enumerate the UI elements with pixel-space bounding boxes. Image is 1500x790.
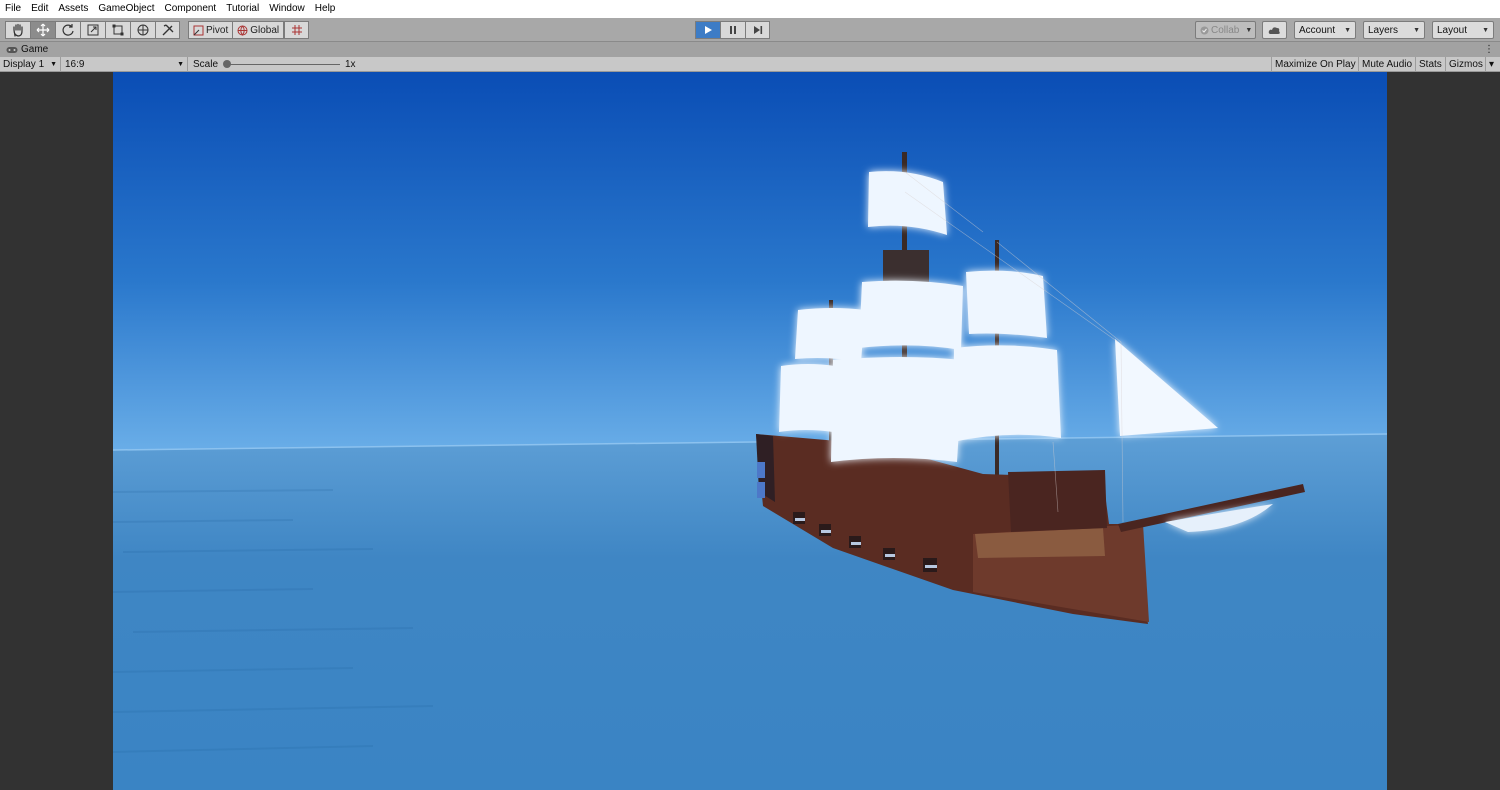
main-top-sail <box>859 280 963 350</box>
menu-assets[interactable]: Assets <box>53 0 93 18</box>
scale-label: Scale <box>193 59 219 70</box>
fore-course-sail <box>953 345 1061 442</box>
layers-dropdown[interactable]: Layers ▼ <box>1363 21 1425 39</box>
transform-tool-button[interactable] <box>130 21 155 39</box>
custom-tool-button[interactable] <box>155 21 180 39</box>
maximize-on-play-toggle[interactable]: Maximize On Play <box>1271 57 1359 72</box>
chevron-down-icon: ▼ <box>50 61 57 68</box>
tab-menu-icon[interactable]: ⋮ <box>1484 42 1494 57</box>
game-view-toolbar: Display 1 ▼ 16:9 ▼ Scale 1x Maximize On … <box>0 57 1500 72</box>
display-label: Display 1 <box>3 59 45 70</box>
hand-icon <box>13 23 23 37</box>
main-course-sail <box>831 357 963 462</box>
rect-tool-button[interactable] <box>105 21 130 39</box>
crows-nest <box>883 250 929 282</box>
grid-snap-button[interactable] <box>284 21 310 39</box>
main-toolbar: Pivot Global Collab ▼ Account ▼ Layers ▼… <box>0 18 1500 42</box>
game-tab-bar: Game ⋮ <box>0 42 1500 57</box>
collab-dropdown[interactable]: Collab ▼ <box>1195 21 1256 39</box>
play-button[interactable] <box>695 21 720 39</box>
bow-window <box>757 462 765 478</box>
scale-icon <box>87 24 99 36</box>
cloud-icon <box>1268 26 1280 34</box>
account-dropdown[interactable]: Account ▼ <box>1294 21 1356 39</box>
pause-icon <box>730 26 736 34</box>
playback-controls <box>695 21 770 39</box>
pause-button[interactable] <box>720 21 745 39</box>
sea <box>113 434 1387 790</box>
layout-dropdown[interactable]: Layout ▼ <box>1432 21 1494 39</box>
scale-tool-button[interactable] <box>80 21 105 39</box>
pivot-icon <box>193 25 204 35</box>
mizzen-sail <box>779 364 835 432</box>
menu-window[interactable]: Window <box>264 0 310 18</box>
play-icon <box>705 26 712 34</box>
aspect-label: 16:9 <box>65 59 85 70</box>
chevron-down-icon: ▼ <box>1344 26 1351 34</box>
chevron-down-icon: ▼ <box>1413 26 1420 34</box>
mute-audio-toggle[interactable]: Mute Audio <box>1358 57 1415 72</box>
move-tool-button[interactable] <box>30 21 55 39</box>
tools-icon <box>162 24 173 36</box>
menu-gameobject[interactable]: GameObject <box>93 0 159 18</box>
gizmos-toggle[interactable]: Gizmos <box>1445 57 1486 72</box>
scale-value: 1x <box>345 59 356 70</box>
display-dropdown[interactable]: Display 1 ▼ <box>0 57 61 72</box>
layers-label: Layers <box>1368 24 1399 36</box>
sky <box>113 72 1387 452</box>
rotate-tool-button[interactable] <box>55 21 80 39</box>
layout-label: Layout <box>1437 24 1468 36</box>
top-sail <box>868 171 947 235</box>
stats-toggle[interactable]: Stats <box>1415 57 1445 72</box>
pivot-label: Pivot <box>206 24 229 36</box>
menu-bar: File Edit Assets GameObject Component Tu… <box>0 0 1500 18</box>
chevron-down-icon: ▼ <box>1482 26 1489 34</box>
scale-slider-handle[interactable] <box>223 60 231 68</box>
cloud-button[interactable] <box>1262 21 1287 39</box>
menu-tutorial[interactable]: Tutorial <box>221 0 264 18</box>
game-scene <box>113 72 1387 790</box>
rect-icon <box>112 24 124 36</box>
collab-label: Collab <box>1211 24 1240 36</box>
chevron-down-icon: ▼ <box>177 61 184 68</box>
hand-tool-button[interactable] <box>5 21 30 39</box>
transform-tools <box>5 21 180 39</box>
game-view[interactable] <box>113 72 1387 790</box>
tab-game-label: Game <box>21 44 49 55</box>
scale-slider-track[interactable] <box>226 64 340 65</box>
mizzen-top-sail <box>795 308 865 362</box>
transform-icon <box>137 24 149 36</box>
pivot-button[interactable]: Pivot <box>188 21 233 39</box>
gamepad-icon <box>6 46 18 53</box>
tab-game[interactable]: Game <box>2 42 52 57</box>
pivot-group: Pivot Global <box>188 21 310 39</box>
check-icon <box>1200 26 1209 34</box>
step-icon <box>753 26 762 34</box>
global-label: Global <box>250 24 280 36</box>
move-icon <box>36 23 50 37</box>
menu-file[interactable]: File <box>0 0 26 18</box>
aspect-dropdown[interactable]: 16:9 ▼ <box>62 57 188 72</box>
global-button[interactable]: Global <box>232 21 285 39</box>
grid-snap-icon <box>291 25 302 35</box>
fore-top-sail <box>966 270 1047 338</box>
menu-component[interactable]: Component <box>160 0 222 18</box>
step-button[interactable] <box>745 21 770 39</box>
bow-window <box>757 482 765 498</box>
gizmos-dropdown-icon[interactable]: ▾ <box>1485 57 1497 72</box>
account-label: Account <box>1299 24 1336 36</box>
chevron-down-icon: ▼ <box>1245 26 1253 34</box>
menu-help[interactable]: Help <box>310 0 341 18</box>
rotate-icon <box>62 24 74 36</box>
globe-icon <box>237 25 248 36</box>
menu-edit[interactable]: Edit <box>26 0 53 18</box>
